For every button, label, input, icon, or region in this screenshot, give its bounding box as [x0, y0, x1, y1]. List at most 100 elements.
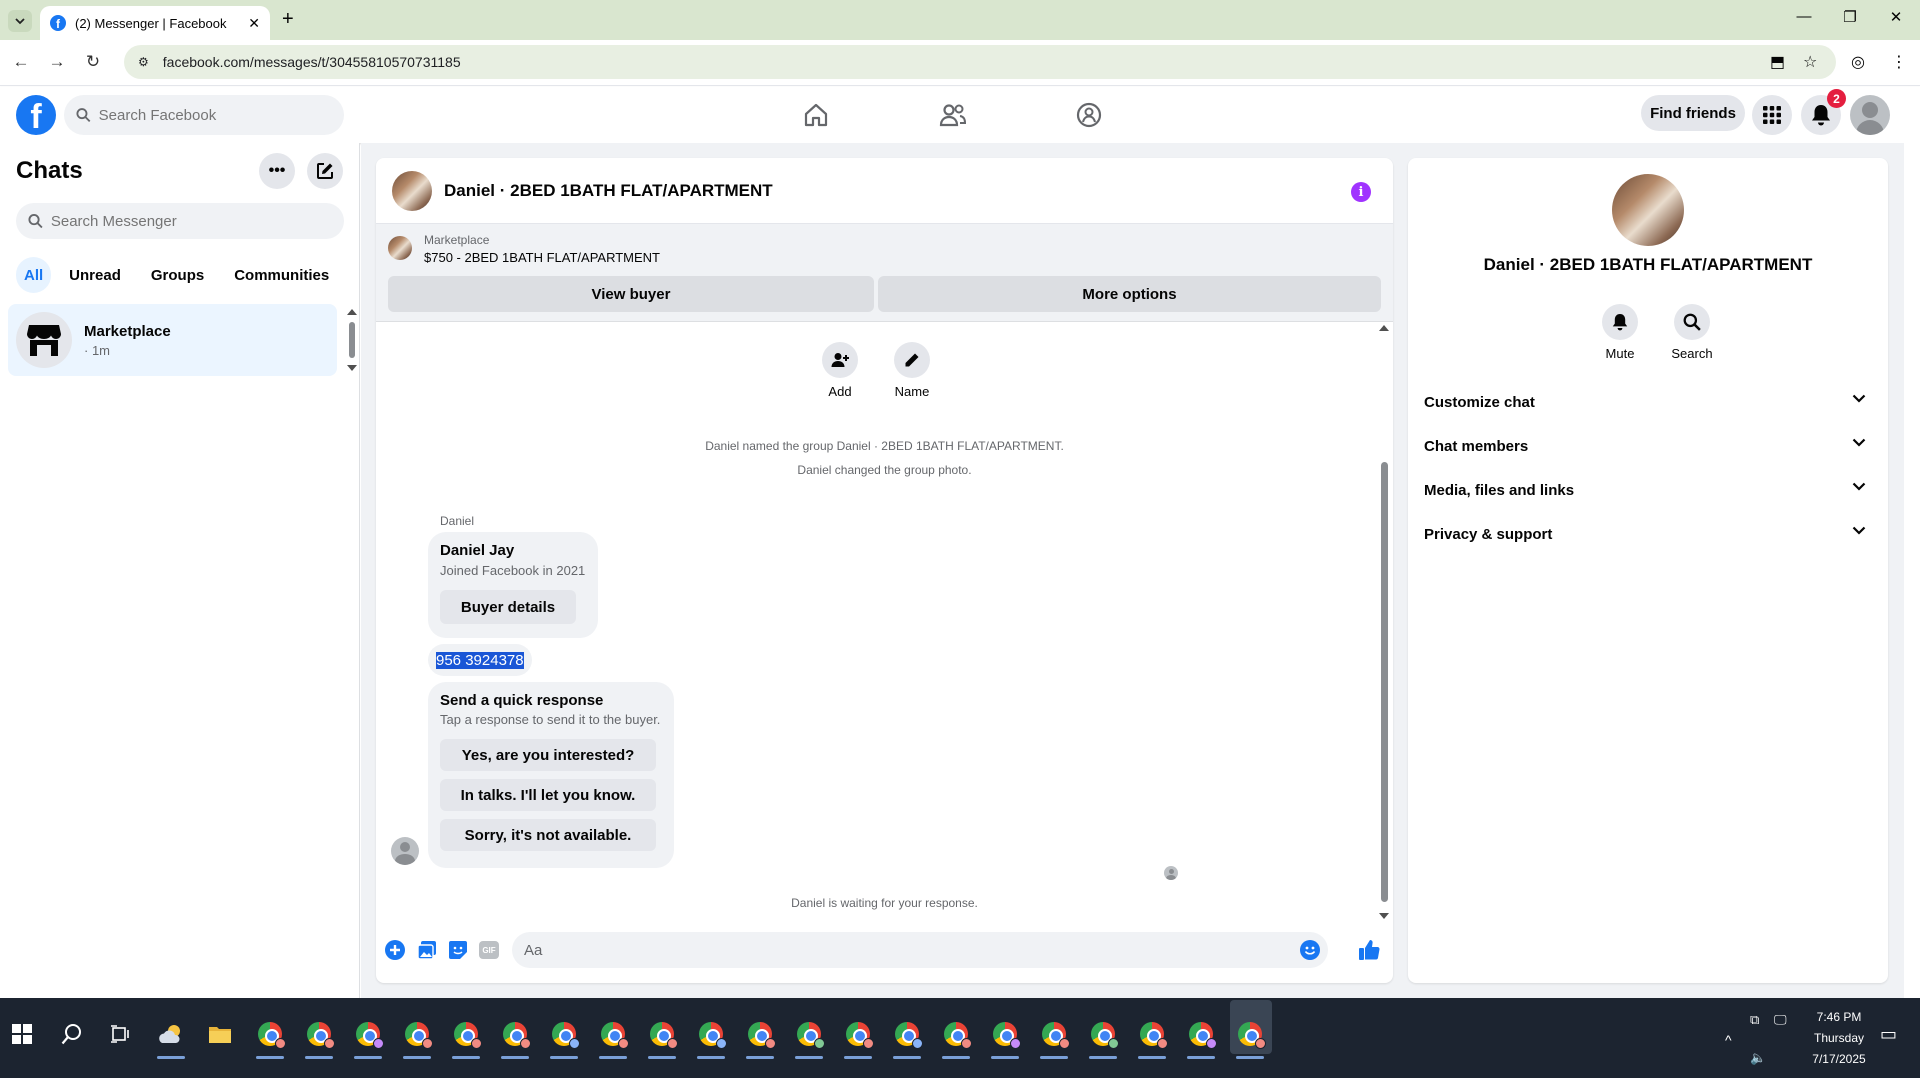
site-info-icon[interactable]: ⚙ [138, 55, 149, 69]
new-tab-button[interactable]: + [282, 8, 294, 31]
messenger-search[interactable] [16, 203, 344, 239]
sender-avatar[interactable] [391, 837, 419, 865]
search-in-chat-action[interactable]: Search [1662, 304, 1722, 361]
quick-response-option[interactable]: In talks. I'll let you know. [440, 779, 656, 811]
conversation-info-icon[interactable]: i [1351, 182, 1371, 202]
chrome-window-icon[interactable] [648, 1020, 678, 1049]
chrome-window-icon[interactable] [991, 1020, 1021, 1049]
conversation-header[interactable]: Daniel · 2BED 1BATH FLAT/APARTMENT i [376, 158, 1393, 224]
chrome-window-icon[interactable] [599, 1020, 629, 1049]
filter-all[interactable]: All [16, 257, 52, 293]
chrome-window-icon[interactable] [893, 1020, 923, 1049]
account-avatar[interactable] [1850, 95, 1890, 135]
group-photo-large[interactable] [1612, 174, 1684, 246]
emoji-icon[interactable] [1300, 940, 1320, 960]
clock-date[interactable]: 7/17/2025 [1808, 1052, 1870, 1066]
group-photo[interactable] [392, 170, 432, 211]
chrome-window-icon[interactable] [1138, 1020, 1168, 1049]
file-explorer-icon[interactable] [206, 1020, 234, 1048]
scroll-up-icon[interactable] [1378, 324, 1390, 332]
find-friends-button[interactable]: Find friends [1641, 95, 1745, 131]
thumbs-up-icon[interactable] [1358, 939, 1380, 961]
name-group-action[interactable]: Name [882, 342, 942, 399]
chrome-window-icon[interactable] [1187, 1020, 1217, 1049]
listing-photo[interactable] [388, 236, 412, 260]
facebook-search[interactable] [64, 95, 344, 135]
reload-button[interactable]: ↻ [82, 52, 104, 72]
restore-button[interactable]: ❐ [1840, 8, 1860, 26]
volume-icon[interactable]: 🔈 [1750, 1050, 1766, 1066]
chrome-window-icon[interactable] [746, 1020, 776, 1049]
sticker-icon[interactable] [447, 939, 469, 961]
bookmark-star-icon[interactable]: ☆ [1803, 52, 1817, 72]
scroll-up-icon[interactable] [346, 308, 358, 316]
show-hidden-icons[interactable]: ^ [1725, 1032, 1732, 1048]
chrome-window-icon[interactable] [403, 1020, 433, 1049]
chrome-window-icon[interactable] [1040, 1020, 1070, 1049]
chat-options-button[interactable]: ••• [259, 153, 295, 189]
friends-nav-icon[interactable] [933, 99, 973, 131]
new-message-button[interactable] [307, 153, 343, 189]
listing-title[interactable]: $750 - 2BED 1BATH FLAT/APARTMENT [424, 250, 660, 265]
chrome-window-icon[interactable] [354, 1020, 384, 1049]
privacy-support-section[interactable]: Privacy & support [1416, 512, 1880, 556]
conversation-title[interactable]: Daniel · 2BED 1BATH FLAT/APARTMENT [444, 181, 773, 201]
search-icon[interactable] [58, 1020, 86, 1048]
page-scrollbar[interactable] [1904, 87, 1920, 997]
chrome-window-icon[interactable] [1089, 1020, 1119, 1049]
minimize-button[interactable]: — [1794, 8, 1814, 25]
chrome-window-icon[interactable] [452, 1020, 482, 1049]
profile-icon[interactable]: ◎ [1851, 52, 1865, 72]
filter-communities[interactable]: Communities [222, 257, 341, 293]
facebook-search-input[interactable] [98, 106, 344, 124]
clock-time[interactable]: 7:46 PM [1808, 1010, 1870, 1024]
scroll-down-icon[interactable] [1378, 912, 1390, 920]
url-omnibox[interactable]: ⚙ facebook.com/messages/t/30455810570731… [124, 45, 1836, 79]
groups-nav-icon[interactable] [1069, 99, 1109, 131]
browser-menu-icon[interactable]: ⋮ [1891, 52, 1907, 72]
buyer-details-button[interactable]: Buyer details [440, 590, 576, 624]
chrome-window-icon[interactable] [942, 1020, 972, 1049]
weather-widget-icon[interactable] [157, 1020, 185, 1048]
mute-action[interactable]: Mute [1590, 304, 1650, 361]
view-buyer-button[interactable]: View buyer [388, 276, 874, 312]
chat-members-section[interactable]: Chat members [1416, 424, 1880, 468]
chrome-window-icon[interactable] [501, 1020, 531, 1049]
chrome-window-icon[interactable] [795, 1020, 825, 1049]
task-view-icon[interactable] [106, 1020, 134, 1048]
filter-groups[interactable]: Groups [139, 257, 216, 293]
quick-response-option[interactable]: Sorry, it's not available. [440, 819, 656, 851]
phone-number-text[interactable]: 956 3924378 [436, 651, 524, 669]
chrome-window-icon[interactable] [256, 1020, 286, 1049]
quick-response-option[interactable]: Yes, are you interested? [440, 739, 656, 771]
filter-unread[interactable]: Unread [57, 257, 133, 293]
tab-search-button[interactable] [8, 10, 32, 32]
add-member-action[interactable]: Add [810, 342, 870, 399]
back-button[interactable]: ← [10, 52, 32, 72]
chat-list-scrollbar[interactable] [346, 308, 358, 373]
messenger-search-input[interactable] [50, 212, 344, 230]
chrome-window-icon[interactable] [305, 1020, 335, 1049]
menu-grid-button[interactable] [1752, 95, 1792, 135]
customize-chat-section[interactable]: Customize chat [1416, 380, 1880, 424]
home-nav-icon[interactable] [796, 99, 836, 131]
chat-list-item-marketplace[interactable]: Marketplace · 1m [8, 304, 337, 376]
notification-center-icon[interactable]: ▭ [1880, 1024, 1897, 1045]
facebook-logo-icon[interactable]: f [16, 95, 56, 135]
plus-circle-icon[interactable] [384, 939, 406, 961]
chrome-window-icon[interactable] [1236, 1020, 1266, 1049]
network-icon[interactable]: 🖵 [1774, 1012, 1787, 1028]
thread-scrollbar[interactable] [1377, 322, 1391, 922]
windows-start-icon[interactable] [8, 1020, 36, 1048]
install-app-icon[interactable]: ⬒ [1770, 52, 1785, 72]
photo-attach-icon[interactable] [416, 939, 438, 961]
meet-now-icon[interactable]: ⧉ [1750, 1012, 1759, 1028]
phone-number-message[interactable]: 956 3924378 [428, 644, 532, 676]
gif-icon[interactable]: GIF [478, 939, 500, 961]
chrome-window-icon[interactable] [550, 1020, 580, 1049]
message-input-box[interactable] [512, 932, 1328, 968]
close-window-button[interactable]: ✕ [1886, 8, 1906, 26]
media-files-links-section[interactable]: Media, files and links [1416, 468, 1880, 512]
chrome-window-icon[interactable] [697, 1020, 727, 1049]
clock-day[interactable]: Thursday [1808, 1031, 1870, 1045]
